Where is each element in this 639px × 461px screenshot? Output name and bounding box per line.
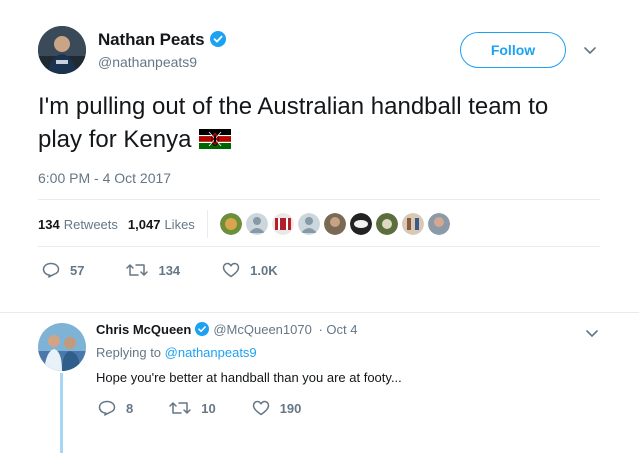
liker-avatars	[219, 213, 454, 235]
liker-avatar[interactable]	[349, 213, 372, 235]
reply-text: Hope you're better at handball than you …	[96, 370, 402, 385]
divider	[38, 199, 600, 200]
retweets-label[interactable]: Retweets	[64, 217, 118, 232]
tweet-timestamp[interactable]: 6:00 PM - 4 Oct 2017	[38, 170, 171, 186]
tweet-text-body: I'm pulling out of the Australian handba…	[38, 93, 549, 153]
reply-icon	[42, 262, 60, 278]
retweet-button[interactable]: 10	[169, 400, 216, 416]
reply-tweet[interactable]: Chris McQueen @McQueen1070 · Oct 4 Replyi…	[0, 313, 639, 461]
follow-button[interactable]: Follow	[460, 32, 566, 68]
tweet-actions: 57 134 1.0K	[42, 262, 304, 278]
verified-badge-icon	[195, 322, 210, 336]
tweet-text: I'm pulling out of the Australian handba…	[38, 90, 598, 156]
tweet-stats: 134 Retweets 1,047 Likes	[38, 210, 454, 238]
liker-avatar[interactable]	[219, 213, 242, 235]
liker-avatar[interactable]	[401, 213, 424, 235]
liker-avatar[interactable]	[245, 213, 268, 235]
retweets-count[interactable]: 134	[38, 217, 60, 232]
heart-icon	[222, 262, 240, 278]
retweet-button[interactable]: 134	[126, 262, 180, 278]
like-count: 1.0K	[250, 262, 278, 278]
reply-date[interactable]: · Oct 4	[318, 322, 357, 337]
chevron-down-icon[interactable]	[584, 325, 600, 341]
retweet-count: 10	[201, 400, 216, 416]
chevron-down-icon[interactable]	[582, 42, 598, 58]
reply-author-handle[interactable]: @McQueen1070	[213, 322, 311, 337]
reply-header: Chris McQueen @McQueen1070 · Oct 4	[96, 322, 357, 337]
retweet-count: 134	[158, 262, 181, 278]
thread-line	[60, 373, 63, 453]
main-tweet: Nathan Peats @nathanpeats9 Follow I'm pu…	[0, 0, 639, 312]
retweet-icon	[169, 402, 191, 414]
author-handle[interactable]: @nathanpeats9	[98, 54, 197, 70]
avatar[interactable]	[38, 26, 86, 74]
divider	[38, 246, 600, 247]
reply-button[interactable]: 8	[98, 400, 133, 416]
kenya-flag-icon	[199, 129, 232, 149]
likes-label[interactable]: Likes	[164, 217, 194, 232]
retweet-icon	[126, 264, 149, 276]
verified-badge-icon	[209, 31, 226, 47]
replying-to: Replying to @nathanpeats9	[96, 345, 257, 360]
reply-actions: 8 10 190	[98, 400, 337, 416]
like-button[interactable]: 1.0K	[222, 262, 278, 278]
like-button[interactable]: 190	[252, 400, 302, 416]
liker-avatar[interactable]	[323, 213, 346, 235]
replying-to-handle[interactable]: @nathanpeats9	[165, 345, 257, 360]
avatar[interactable]	[38, 323, 86, 371]
replying-to-prefix: Replying to	[96, 345, 162, 360]
reply-author-name[interactable]: Chris McQueen	[96, 322, 191, 337]
liker-avatar[interactable]	[297, 213, 320, 235]
liker-avatar[interactable]	[427, 213, 450, 235]
reply-button[interactable]: 57	[42, 262, 84, 278]
stats-separator	[206, 210, 208, 238]
liker-avatar[interactable]	[271, 213, 294, 235]
author-name-text[interactable]: Nathan Peats	[98, 30, 205, 49]
reply-count: 8	[126, 400, 134, 416]
heart-icon	[252, 400, 269, 416]
likes-count[interactable]: 1,047	[128, 217, 161, 232]
author-name[interactable]: Nathan Peats	[98, 30, 226, 50]
reply-icon	[98, 400, 116, 416]
liker-avatar[interactable]	[375, 213, 398, 235]
like-count: 190	[279, 400, 302, 416]
reply-count: 57	[70, 262, 85, 278]
